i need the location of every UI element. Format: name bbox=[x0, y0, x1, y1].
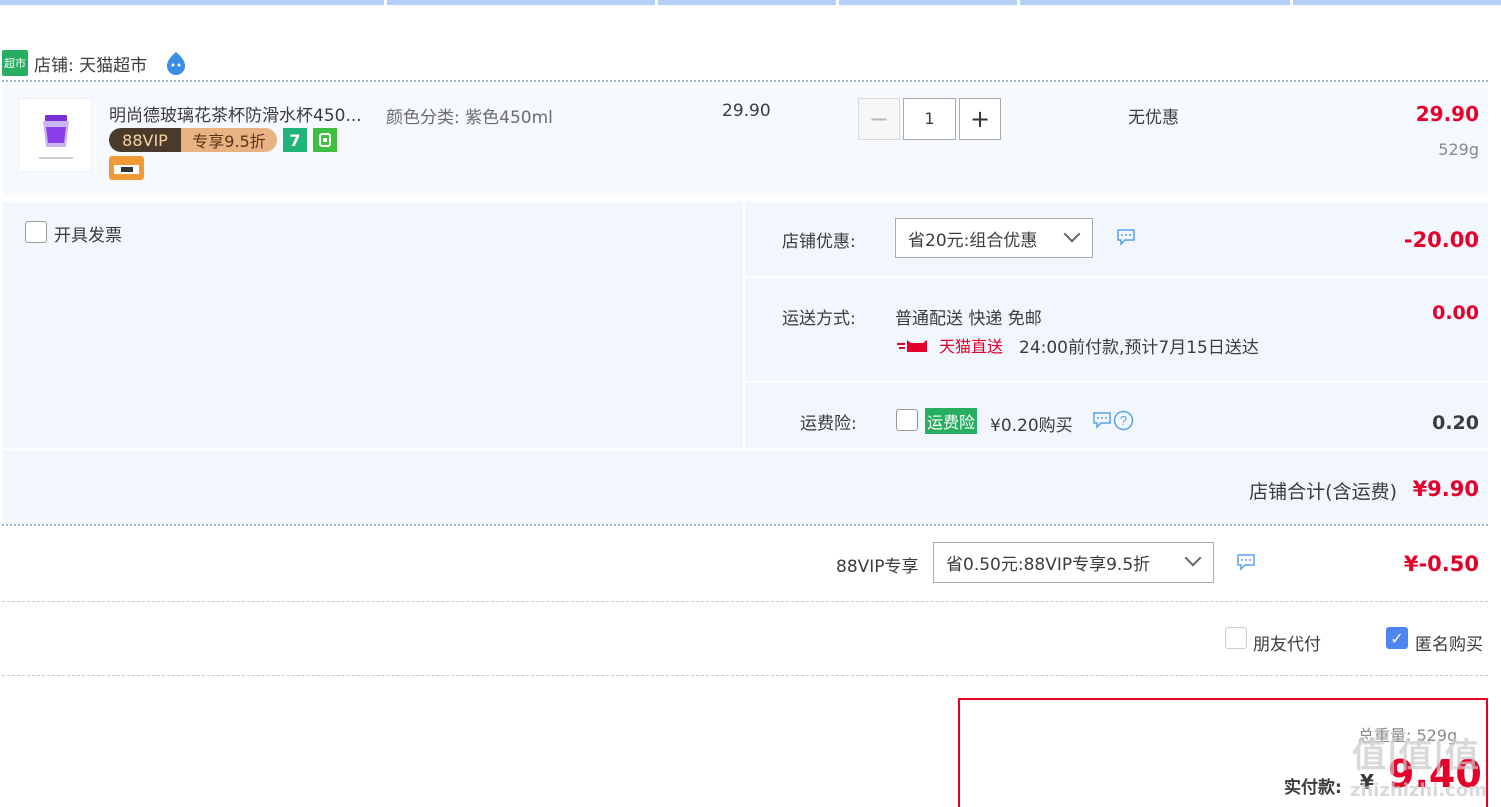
message-icon[interactable] bbox=[1092, 411, 1112, 429]
item-weight: 529g bbox=[1438, 140, 1479, 159]
shipping-label: 运送方式: bbox=[782, 309, 856, 329]
sku-info: 颜色分类: 紫色450ml bbox=[386, 108, 553, 128]
seven-day-return-icon: 7 bbox=[283, 128, 307, 152]
item-subtotal: 29.90 bbox=[1415, 102, 1479, 126]
insurance-price: ¥0.20购买 bbox=[990, 416, 1073, 436]
service-guarantee-icon bbox=[313, 128, 337, 152]
shop-promo-selected: 省20元:组合优惠 bbox=[908, 230, 1038, 251]
wangwang-chat-icon[interactable] bbox=[163, 50, 189, 76]
invoice-checkbox[interactable] bbox=[25, 221, 47, 243]
chevron-down-icon bbox=[1063, 225, 1081, 243]
vip-tag-left: 88VIP bbox=[109, 128, 181, 152]
shop-promo-label: 店铺优惠: bbox=[782, 232, 856, 252]
shop-promo-amount: -20.00 bbox=[1403, 228, 1479, 252]
header-col-5 bbox=[1020, 0, 1290, 5]
shop-total-amount: ¥9.90 bbox=[1412, 477, 1479, 501]
header-col-1 bbox=[0, 0, 384, 5]
shipping-pane bbox=[745, 278, 1488, 381]
friend-pay-checkbox[interactable] bbox=[1225, 627, 1247, 649]
plus-icon: + bbox=[969, 105, 991, 133]
quantity-decrease-button[interactable]: − bbox=[858, 98, 900, 140]
anonymous-checkbox[interactable]: ✓ bbox=[1386, 627, 1408, 649]
header-col-6 bbox=[1293, 0, 1501, 5]
shipping-method: 普通配送 快递 免邮 bbox=[895, 309, 1042, 329]
supermarket-badge-icon: 超市 bbox=[2, 50, 28, 76]
help-question-icon[interactable]: ? bbox=[1113, 410, 1134, 431]
quantity-input[interactable]: 1 bbox=[903, 98, 956, 140]
minus-icon: − bbox=[868, 105, 890, 133]
vip-amount: ¥-0.50 bbox=[1403, 552, 1479, 576]
shop-line: 超市 店铺: 天猫超市 bbox=[2, 46, 189, 80]
insurance-label: 运费险: bbox=[800, 414, 857, 434]
insurance-checkbox[interactable] bbox=[896, 409, 918, 431]
watermark-logo: 值|值|值 bbox=[1352, 736, 1479, 776]
vip-promo-select[interactable]: 省0.50元:88VIP专享9.5折 bbox=[933, 542, 1214, 583]
shop-name[interactable]: 店铺: 天猫超市 bbox=[34, 51, 147, 76]
header-col-4 bbox=[839, 0, 1017, 5]
delivery-eta: 24:00前付款,预计7月15日送达 bbox=[1019, 338, 1259, 358]
tmall-express-text: 天猫直送 bbox=[939, 337, 1004, 356]
credit-card-icon bbox=[109, 156, 144, 180]
options-divider bbox=[2, 675, 1488, 676]
vip-divider bbox=[2, 601, 1488, 602]
product-thumbnail[interactable] bbox=[18, 98, 92, 172]
vip-label: 88VIP专享 bbox=[836, 557, 919, 577]
header-col-3 bbox=[658, 0, 836, 5]
shop-total-label: 店铺合计(含运费) bbox=[1249, 481, 1397, 503]
quantity-increase-button[interactable]: + bbox=[959, 98, 1001, 140]
insurance-amount: 0.20 bbox=[1432, 412, 1479, 434]
tmall-cat-icon bbox=[897, 340, 927, 352]
shop-total-divider bbox=[2, 524, 1488, 526]
tmall-express-tag: 天猫直送 bbox=[897, 334, 1003, 356]
vip-discount-tag: 88VIP 专享9.5折 bbox=[109, 128, 277, 152]
header-col-2 bbox=[387, 0, 655, 5]
chevron-down-icon bbox=[1184, 549, 1202, 567]
message-icon[interactable] bbox=[1116, 228, 1136, 246]
anonymous-label: 匿名购买 bbox=[1415, 635, 1483, 655]
insurance-tag: 运费险 bbox=[925, 408, 978, 434]
shipping-amount: 0.00 bbox=[1432, 302, 1479, 324]
vip-promo-selected: 省0.50元:88VIP专享9.5折 bbox=[946, 555, 1151, 575]
item-promo: 无优惠 bbox=[1128, 108, 1179, 128]
friend-pay-label: 朋友代付 bbox=[1253, 635, 1321, 655]
cup-image-icon bbox=[39, 115, 73, 159]
vip-tag-right: 专享9.5折 bbox=[181, 128, 277, 152]
product-title[interactable]: 明尚德玻璃花茶杯防滑水杯450... bbox=[109, 101, 362, 126]
unit-price: 29.90 bbox=[722, 101, 771, 121]
watermark-site: zhizhizhi.com bbox=[1350, 780, 1488, 801]
shop-promo-select[interactable]: 省20元:组合优惠 bbox=[895, 218, 1093, 258]
actual-pay-label: 实付款: bbox=[1284, 778, 1342, 798]
svg-text:?: ? bbox=[1120, 413, 1127, 428]
invoice-label: 开具发票 bbox=[54, 226, 122, 246]
message-icon[interactable] bbox=[1236, 553, 1256, 571]
